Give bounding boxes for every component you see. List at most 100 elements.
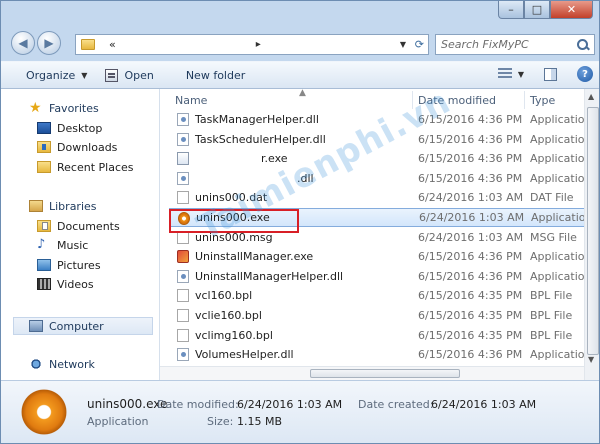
dll-file-icon [177, 171, 189, 185]
table-row[interactable]: vclie160.bpl 6/15/2016 4:35 PM BPL File [169, 306, 595, 325]
nav-computer[interactable]: Computer [29, 317, 104, 335]
forward-button[interactable]: ▶ [37, 31, 61, 55]
column-label: Name [175, 93, 208, 107]
address-redacted [169, 38, 250, 51]
nav-favorites[interactable]: ★ Favorites [29, 99, 99, 117]
details-filetype: Application [87, 415, 149, 428]
file-name: r.exe [261, 152, 288, 166]
scroll-down-icon[interactable]: ▼ [588, 355, 594, 364]
nav-downloads[interactable]: Downloads [37, 138, 117, 156]
table-row[interactable]: .dll 6/15/2016 4:36 PM Applicatio [169, 169, 595, 188]
details-pane: unins000.exe Application Date modified: … [1, 380, 599, 443]
preview-pane-icon[interactable] [544, 67, 557, 81]
column-header-type[interactable]: Type [530, 89, 590, 111]
computer-icon [29, 320, 43, 332]
toolbar-right: ▼ ? [497, 66, 593, 82]
scroll-thumb[interactable] [587, 107, 599, 355]
horizontal-scrollbar[interactable] [160, 366, 584, 380]
file-date-modified: 6/15/2016 4:35 PM [418, 289, 523, 303]
file-type: Applicatio [530, 250, 585, 264]
nav-videos[interactable]: Videos [37, 275, 94, 293]
sort-arrow-icon: ▲ [299, 88, 306, 98]
file-type: Applicatio [530, 132, 585, 146]
scroll-up-icon[interactable]: ▲ [588, 92, 594, 101]
search-input[interactable]: Search FixMyPC [441, 38, 575, 51]
file-type: BPL File [530, 328, 573, 342]
back-button[interactable]: ◀ [11, 31, 35, 55]
maximize-button[interactable]: □ [524, 1, 550, 19]
nav-label: Music [57, 238, 89, 252]
hscroll-thumb[interactable] [310, 369, 460, 378]
dll-file-icon [177, 348, 189, 362]
table-row[interactable]: r.exe 6/15/2016 4:36 PM Applicatio [169, 149, 595, 168]
nav-documents[interactable]: Documents [37, 217, 120, 235]
file-type: Applicatio [530, 269, 585, 283]
file-type: MSG File [530, 230, 577, 244]
dll-file-icon [177, 132, 189, 146]
file-name: UninstallManagerHelper.dll [195, 269, 344, 283]
table-row[interactable]: unins000.msg 6/24/2016 1:03 AM MSG File [169, 228, 595, 247]
close-button[interactable]: ✕ [550, 1, 593, 19]
bpl-file-icon [177, 289, 189, 303]
help-icon[interactable]: ? [577, 66, 593, 82]
organize-label: Organize [26, 68, 76, 82]
nav-music[interactable]: ♪ Music [37, 236, 88, 254]
organize-button[interactable]: Organize ▼ [17, 63, 96, 87]
new-folder-button[interactable]: New folder [177, 63, 254, 87]
search-icon[interactable] [575, 37, 591, 53]
nav-label: Favorites [49, 101, 99, 115]
nav-pictures[interactable]: Pictures [37, 256, 101, 274]
dat-file-icon [177, 230, 189, 244]
open-button[interactable]: Open [96, 63, 162, 87]
nav-recent-places[interactable]: Recent Places [37, 158, 134, 176]
file-type: Applicatio [530, 152, 585, 166]
file-date-modified: 6/15/2016 4:36 PM [418, 269, 523, 283]
column-divider[interactable] [524, 91, 525, 109]
details-date-modified-label: Date modified: [157, 398, 239, 411]
minimize-button[interactable]: – [498, 1, 524, 19]
nav-libraries[interactable]: Libraries [29, 197, 97, 215]
uninst-file-icon [177, 250, 189, 264]
recent-places-icon [37, 161, 51, 173]
file-date-modified: 6/15/2016 4:36 PM [418, 152, 523, 166]
file-name: unins000.dat [195, 191, 268, 205]
file-type: BPL File [530, 289, 573, 303]
chevron-down-icon[interactable]: ▼ [518, 70, 524, 79]
column-header-name[interactable]: Name ▲ [175, 88, 415, 111]
details-size-label: Size: [207, 415, 234, 428]
details-date-created-label: Date created: [358, 398, 434, 411]
nav-network[interactable]: Network [29, 355, 95, 373]
table-row[interactable]: UninstallManager.exe 6/15/2016 4:36 PM App… [169, 247, 595, 266]
table-row[interactable]: TaskSchedulerHelper.dll 6/15/2016 4:36 PM… [169, 130, 595, 149]
file-type: Applicatio [530, 171, 585, 185]
table-row[interactable]: TaskManagerHelper.dll 6/15/2016 4:36 PM Ap… [169, 110, 595, 129]
table-row-selected[interactable]: unins000.exe 6/24/2016 1:03 AM Applicatio [169, 208, 595, 227]
vertical-scrollbar[interactable]: ▲ ▼ [584, 89, 599, 380]
file-date-modified: 6/15/2016 4:36 PM [418, 348, 523, 362]
nav-desktop[interactable]: Desktop [37, 119, 102, 137]
file-name: unins000.msg [195, 230, 273, 244]
desktop-icon [37, 122, 51, 134]
table-row[interactable]: unins000.dat 6/24/2016 1:03 AM DAT File [169, 188, 595, 207]
search-box[interactable]: Search FixMyPC [435, 34, 595, 55]
refresh-icon[interactable]: ⟳ [415, 38, 424, 51]
address-bar[interactable]: « ▸ ▼ ⟳ [75, 34, 429, 55]
column-label: Date modified [418, 93, 496, 107]
file-type: Applicatio [530, 348, 585, 362]
view-options-icon[interactable] [497, 68, 512, 80]
star-icon: ★ [29, 100, 42, 116]
file-name: .dll [297, 171, 314, 185]
column-header-date-modified[interactable]: Date modified [418, 89, 526, 111]
setup-file-icon [21, 389, 67, 435]
table-row[interactable]: VolumesHelper.dll 6/15/2016 4:36 PM Applic… [169, 345, 595, 364]
file-type: BPL File [530, 309, 573, 322]
explorer-window: – □ ✕ ◀ ▶ « ▸ ▼ ⟳ Search FixMyPC Organiz… [0, 0, 600, 444]
back-arrow-icon: ◀ [18, 36, 28, 50]
column-divider[interactable] [412, 91, 413, 109]
table-row[interactable]: UninstallManagerHelper.dll 6/15/2016 4:36… [169, 267, 595, 286]
chevron-down-icon[interactable]: ▼ [400, 40, 406, 49]
table-row[interactable]: vclimg160.bpl 6/15/2016 4:35 PM BPL File [169, 326, 595, 345]
nav-label: Pictures [57, 258, 101, 272]
table-row[interactable]: vcl160.bpl 6/15/2016 4:35 PM BPL File [169, 286, 595, 305]
file-name: TaskManagerHelper.dll [195, 113, 319, 126]
